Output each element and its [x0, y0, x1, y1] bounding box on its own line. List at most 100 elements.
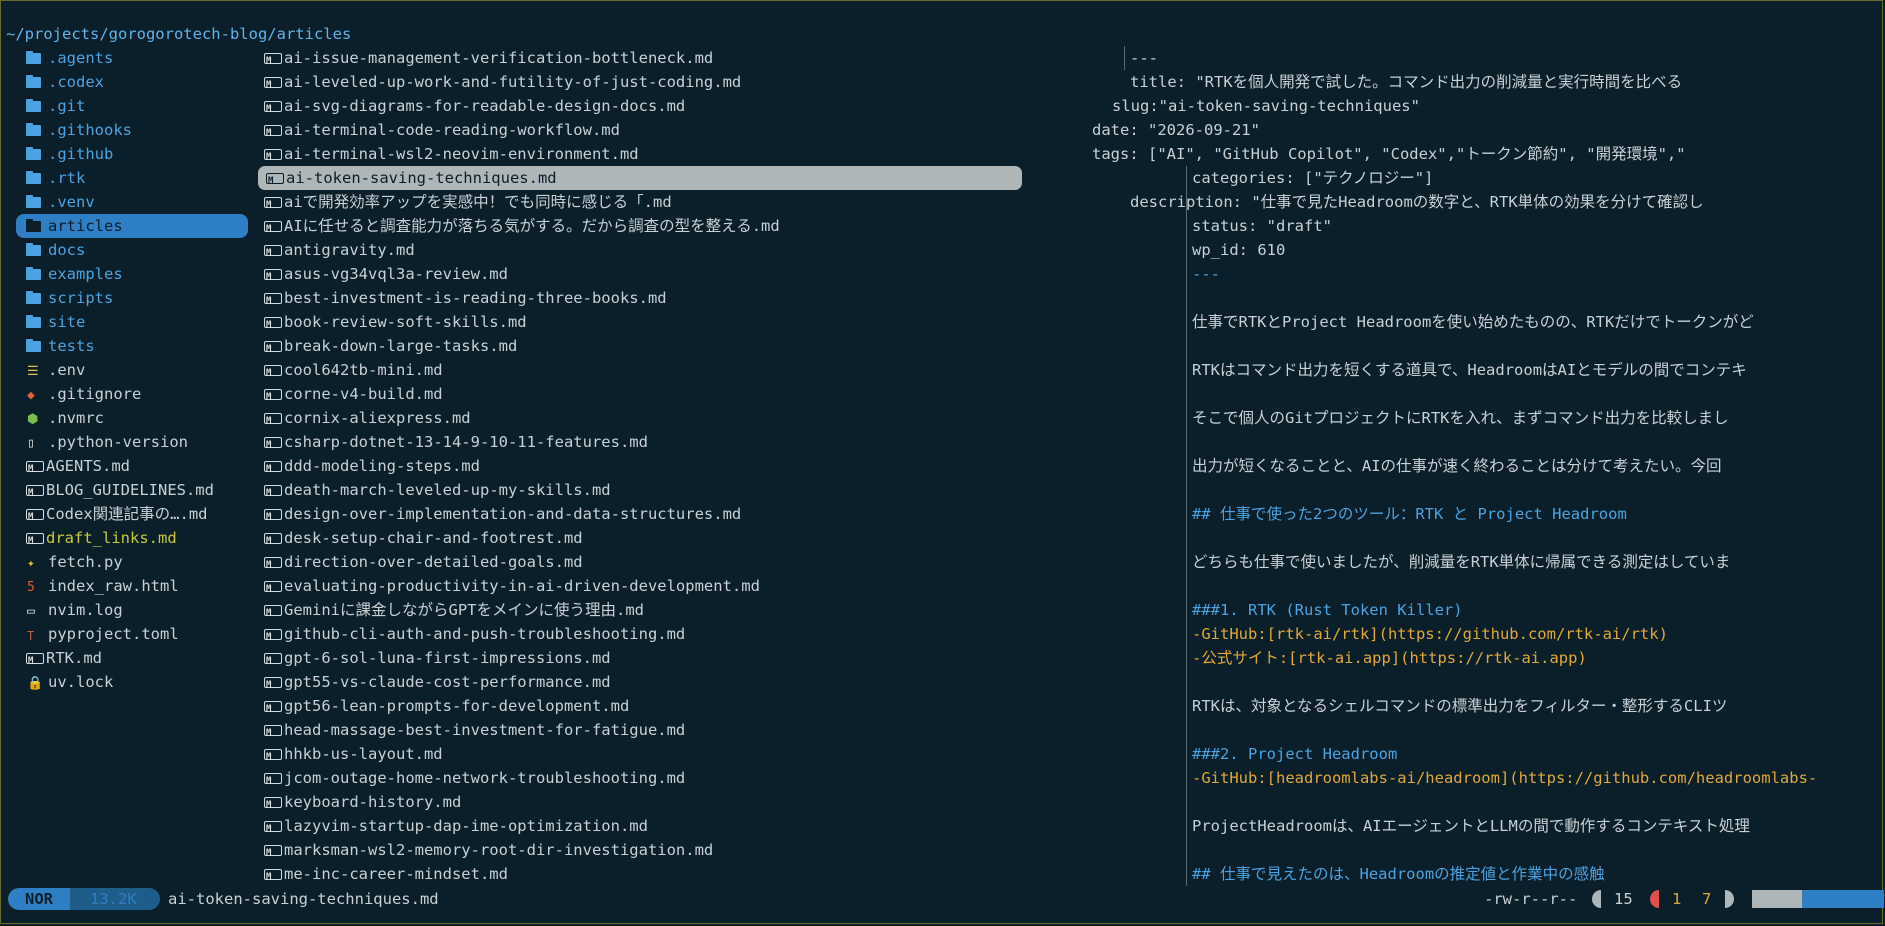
sidebar-item[interactable]: ◆ .gitignore: [16, 382, 248, 406]
file-list-item[interactable]: csharp-dotnet-13-14-9-10-11-features.md: [256, 430, 1178, 457]
file-list-item[interactable]: best-investment-is-reading-three-books.m…: [256, 286, 1178, 313]
file-list-item[interactable]: jcom-outage-home-network-troubleshooting…: [256, 766, 1178, 793]
sidebar-item[interactable]: site: [16, 310, 248, 334]
file-list-item[interactable]: head-massage-best-investment-for-fatigue…: [256, 718, 1178, 745]
sidebar-item[interactable]: scripts: [16, 286, 248, 310]
env-icon: ☰: [27, 364, 39, 379]
git-icon: ◆: [27, 388, 35, 403]
sidebar-item[interactable]: .codex: [16, 70, 248, 94]
preview-line: -公式サイト:[rtk-ai.app](https://rtk-ai.app): [1086, 646, 1885, 670]
sidebar-item[interactable]: .agents: [16, 46, 248, 70]
file-name: marksman-wsl2-memory-root-dir-investigat…: [284, 841, 714, 859]
file-size: 13.2K: [70, 888, 160, 910]
file-list-item[interactable]: AIに任せると調査能力が落ちる気がする。だから調査の型を整える.md: [256, 214, 1178, 241]
sidebar-item[interactable]: articles: [16, 214, 248, 238]
file-list-item[interactable]: gpt-6-sol-luna-first-impressions.md: [256, 646, 1178, 673]
folder-icon: [26, 243, 42, 257]
file-list-item[interactable]: cool642tb-mini.md: [256, 358, 1178, 385]
sidebar-item[interactable]: docs: [16, 238, 248, 262]
file-name: design-over-implementation-and-data-stru…: [284, 505, 742, 523]
sidebar-item[interactable]: RTK.md: [16, 646, 248, 673]
file-list-item[interactable]: design-over-implementation-and-data-stru…: [256, 502, 1178, 529]
sidebar-item[interactable]: ⬢ .nvmrc: [16, 406, 248, 430]
sidebar-item[interactable]: .github: [16, 142, 248, 166]
preview-text: tags: ["AI", "GitHub Copilot", "Codex","…: [1092, 145, 1686, 163]
sidebar-item[interactable]: Codex関連記事の….md: [16, 502, 248, 529]
sidebar-item[interactable]: 5 index_raw.html: [16, 574, 248, 598]
preview-line: ## 仕事で使った2つのツール：RTK と Project Headroom: [1086, 502, 1885, 526]
sidebar-item[interactable]: examples: [16, 262, 248, 286]
file-list-item[interactable]: gpt55-vs-claude-cost-performance.md: [256, 670, 1178, 697]
preview-text: -GitHub:[rtk-ai/rtk](https://github.com/…: [1192, 625, 1668, 643]
sidebar-item[interactable]: 🔒 uv.lock: [16, 670, 248, 694]
file-name: asus-vg34vql3a-review.md: [284, 265, 508, 283]
file-list-item[interactable]: ddd-modeling-steps.md: [256, 454, 1178, 481]
file-list-item[interactable]: marksman-wsl2-memory-root-dir-investigat…: [256, 838, 1178, 865]
markdown-icon: [264, 289, 282, 313]
file-list-item[interactable]: corne-v4-build.md: [256, 382, 1178, 409]
sidebar-item-label: .rtk: [48, 169, 86, 187]
sidebar-item[interactable]: .rtk: [16, 166, 248, 190]
sidebar-item[interactable]: Tpyproject.toml: [16, 622, 248, 646]
file-list-item[interactable]: direction-over-detailed-goals.md: [256, 550, 1178, 577]
folder-icon: [26, 75, 42, 89]
sidebar-item-label: Codex関連記事の….md: [46, 505, 208, 523]
markdown-icon: [264, 529, 282, 553]
file-name: antigravity.md: [284, 241, 415, 259]
file-list-item[interactable]: lazyvim-startup-dap-ime-optimization.md: [256, 814, 1178, 841]
file-list-item[interactable]: evaluating-productivity-in-ai-driven-dev…: [256, 574, 1178, 601]
folder-icon: [26, 195, 42, 209]
sidebar-item-label: BLOG_GUIDELINES.md: [46, 481, 214, 499]
sidebar-item[interactable]: ☰ .env: [16, 358, 248, 382]
sidebar-item[interactable]: draft_links.md: [16, 526, 248, 553]
file-list-item[interactable]: Geminiに課金しながらGPTをメインに使う理由.md: [256, 598, 1178, 625]
file-list-item[interactable]: book-review-soft-skills.md: [256, 310, 1178, 337]
diagnostics-indicator[interactable]: 1 7: [1650, 888, 1734, 910]
file-list-item[interactable]: ai-issue-management-verification-bottlen…: [256, 46, 1178, 73]
sidebar-item[interactable]: AGENTS.md: [16, 454, 248, 481]
preview-text: categories: ["テクノロジー"]: [1192, 169, 1434, 187]
file-list-item[interactable]: hhkb-us-layout.md: [256, 742, 1178, 769]
sidebar-item-label: nvim.log: [48, 601, 123, 619]
file-list-item[interactable]: cornix-aliexpress.md: [256, 406, 1178, 433]
sidebar-item[interactable]: .githooks: [16, 118, 248, 142]
file-list-item[interactable]: ai-terminal-code-reading-workflow.md: [256, 118, 1178, 145]
sidebar-item[interactable]: .venv: [16, 190, 248, 214]
file-list-item[interactable]: ai-token-saving-techniques.md: [258, 166, 1022, 193]
preview-line: [1086, 574, 1885, 598]
file-list-pane[interactable]: ai-issue-management-verification-bottlen…: [256, 46, 1178, 886]
lock-icon: 🔒: [27, 676, 44, 691]
preview-line: ---: [1086, 46, 1885, 70]
preview-pane[interactable]: --- title: "RTKを個人開発で試した。コマンド出力の削減量と実行時間を…: [1086, 46, 1885, 886]
preview-line: [1086, 718, 1885, 742]
preview-line: [1086, 382, 1885, 406]
file-name: ai-terminal-code-reading-workflow.md: [284, 121, 620, 139]
sidebar-item-label: .python-version: [48, 433, 188, 451]
parent-directory-pane[interactable]: .agents .codex .git .githooks .github .rtk .ve…: [16, 46, 248, 694]
file-list-item[interactable]: asus-vg34vql3a-review.md: [256, 262, 1178, 289]
preview-text: date: "2026-09-21": [1092, 121, 1260, 139]
sidebar-item[interactable]: ▭ nvim.log: [16, 598, 248, 622]
python-icon: ✦: [27, 556, 35, 571]
markdown-icon: [264, 409, 282, 433]
file-list-item[interactable]: aiで開発効率アップを実感中！でも同時に感じる「.md: [256, 190, 1178, 217]
sidebar-item[interactable]: ▯ .python-version: [16, 430, 248, 454]
file-list-item[interactable]: me-inc-career-mindset.md: [256, 862, 1178, 886]
file-list-item[interactable]: death-march-leveled-up-my-skills.md: [256, 478, 1178, 505]
sidebar-item[interactable]: BLOG_GUIDELINES.md: [16, 478, 248, 505]
file-list-item[interactable]: ai-svg-diagrams-for-readable-design-docs…: [256, 94, 1178, 121]
file-list-item[interactable]: keyboard-history.md: [256, 790, 1178, 817]
sidebar-item[interactable]: tests: [16, 334, 248, 358]
open-folder-icon: [26, 219, 42, 233]
preview-text: slug:"ai-token-saving-techniques": [1112, 97, 1420, 115]
file-list-item[interactable]: ai-leveled-up-work-and-futility-of-just-…: [256, 70, 1178, 97]
file-list-item[interactable]: github-cli-auth-and-push-troubleshooting…: [256, 622, 1178, 649]
sidebar-item[interactable]: .git: [16, 94, 248, 118]
file-list-item[interactable]: ai-terminal-wsl2-neovim-environment.md: [256, 142, 1178, 169]
sidebar-item-label: .github: [48, 145, 114, 163]
file-list-item[interactable]: gpt56-lean-prompts-for-development.md: [256, 694, 1178, 721]
file-list-item[interactable]: antigravity.md: [256, 238, 1178, 265]
file-list-item[interactable]: break-down-large-tasks.md: [256, 334, 1178, 361]
file-list-item[interactable]: desk-setup-chair-and-footrest.md: [256, 526, 1178, 553]
sidebar-item[interactable]: ✦ fetch.py: [16, 550, 248, 574]
